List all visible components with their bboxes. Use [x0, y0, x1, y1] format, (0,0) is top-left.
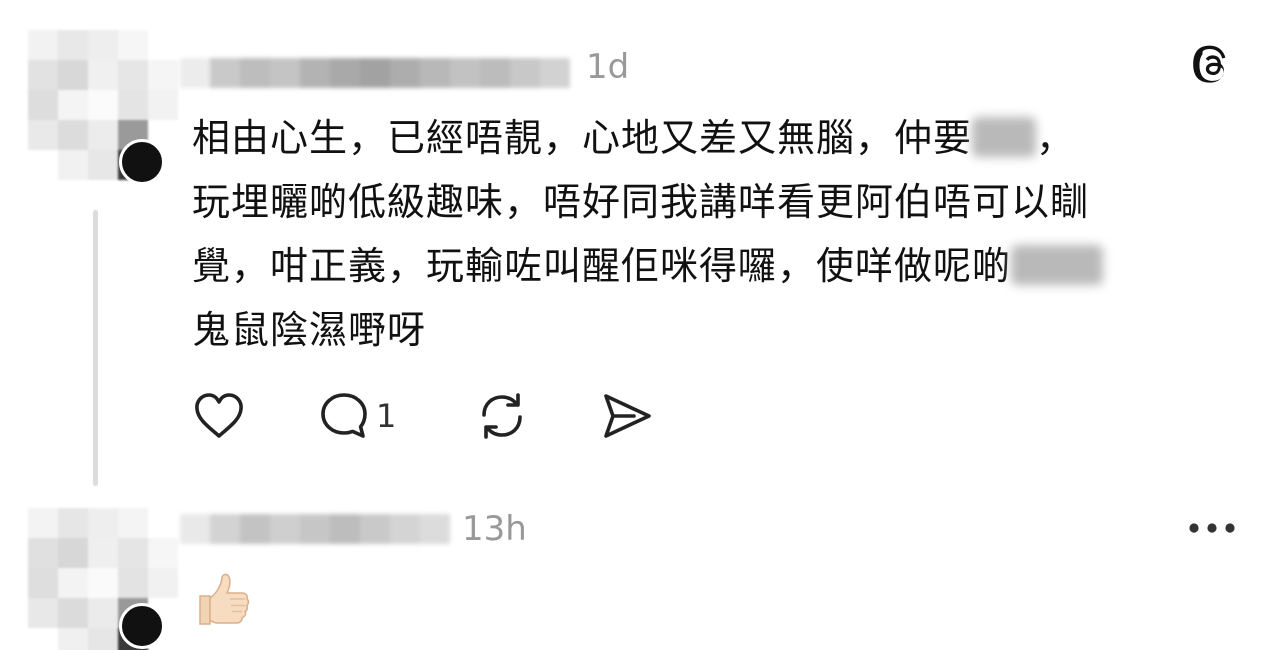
reply-count: 1	[376, 397, 397, 435]
thread-connector-line	[93, 210, 98, 486]
follow-badge[interactable]	[119, 139, 165, 185]
post-text-line: 相由心生，已經唔靚，心地又差又無腦，仲要，	[192, 116, 1076, 160]
post-text-line: 鬼鼠陰濕嘢呀	[192, 308, 427, 352]
threads-post-view: 1d 相由心生，已經唔靚，心地又差又無腦，仲要， 玩埋曬啲低級趣味，唔好同我講咩…	[0, 0, 1284, 650]
like-button[interactable]	[192, 388, 246, 444]
post-text-line: 覺，咁正義，玩輸咗叫醒佢咪得囉，使咩做呢啲	[192, 234, 1232, 298]
redacted-text	[972, 117, 1037, 157]
threads-logo-icon[interactable]	[1188, 44, 1236, 92]
follow-badge[interactable]	[119, 603, 165, 649]
redacted-text	[1011, 245, 1104, 285]
heart-icon	[195, 393, 243, 438]
comment-icon	[321, 393, 367, 438]
post-author-username[interactable]	[180, 58, 570, 88]
thumbs-up-emoji	[199, 573, 250, 625]
post-body: 相由心生，已經唔靚，心地又差又無腦，仲要， 玩埋曬啲低級趣味，唔好同我講咩看更阿…	[192, 106, 1232, 362]
reply-timestamp: 13h	[462, 509, 527, 549]
post-text-line: 玩埋曬啲低級趣味，唔好同我講咩看更阿伯唔可以瞓	[192, 180, 1090, 224]
send-icon	[604, 394, 651, 438]
post-timestamp: 1d	[586, 47, 630, 87]
more-horizontal-icon[interactable]	[1186, 514, 1238, 542]
reply-author-username[interactable]	[180, 514, 450, 544]
repost-button[interactable]	[474, 388, 530, 444]
reply-button[interactable]: 1	[318, 388, 396, 444]
repost-icon	[482, 393, 522, 439]
share-button[interactable]	[600, 388, 654, 444]
